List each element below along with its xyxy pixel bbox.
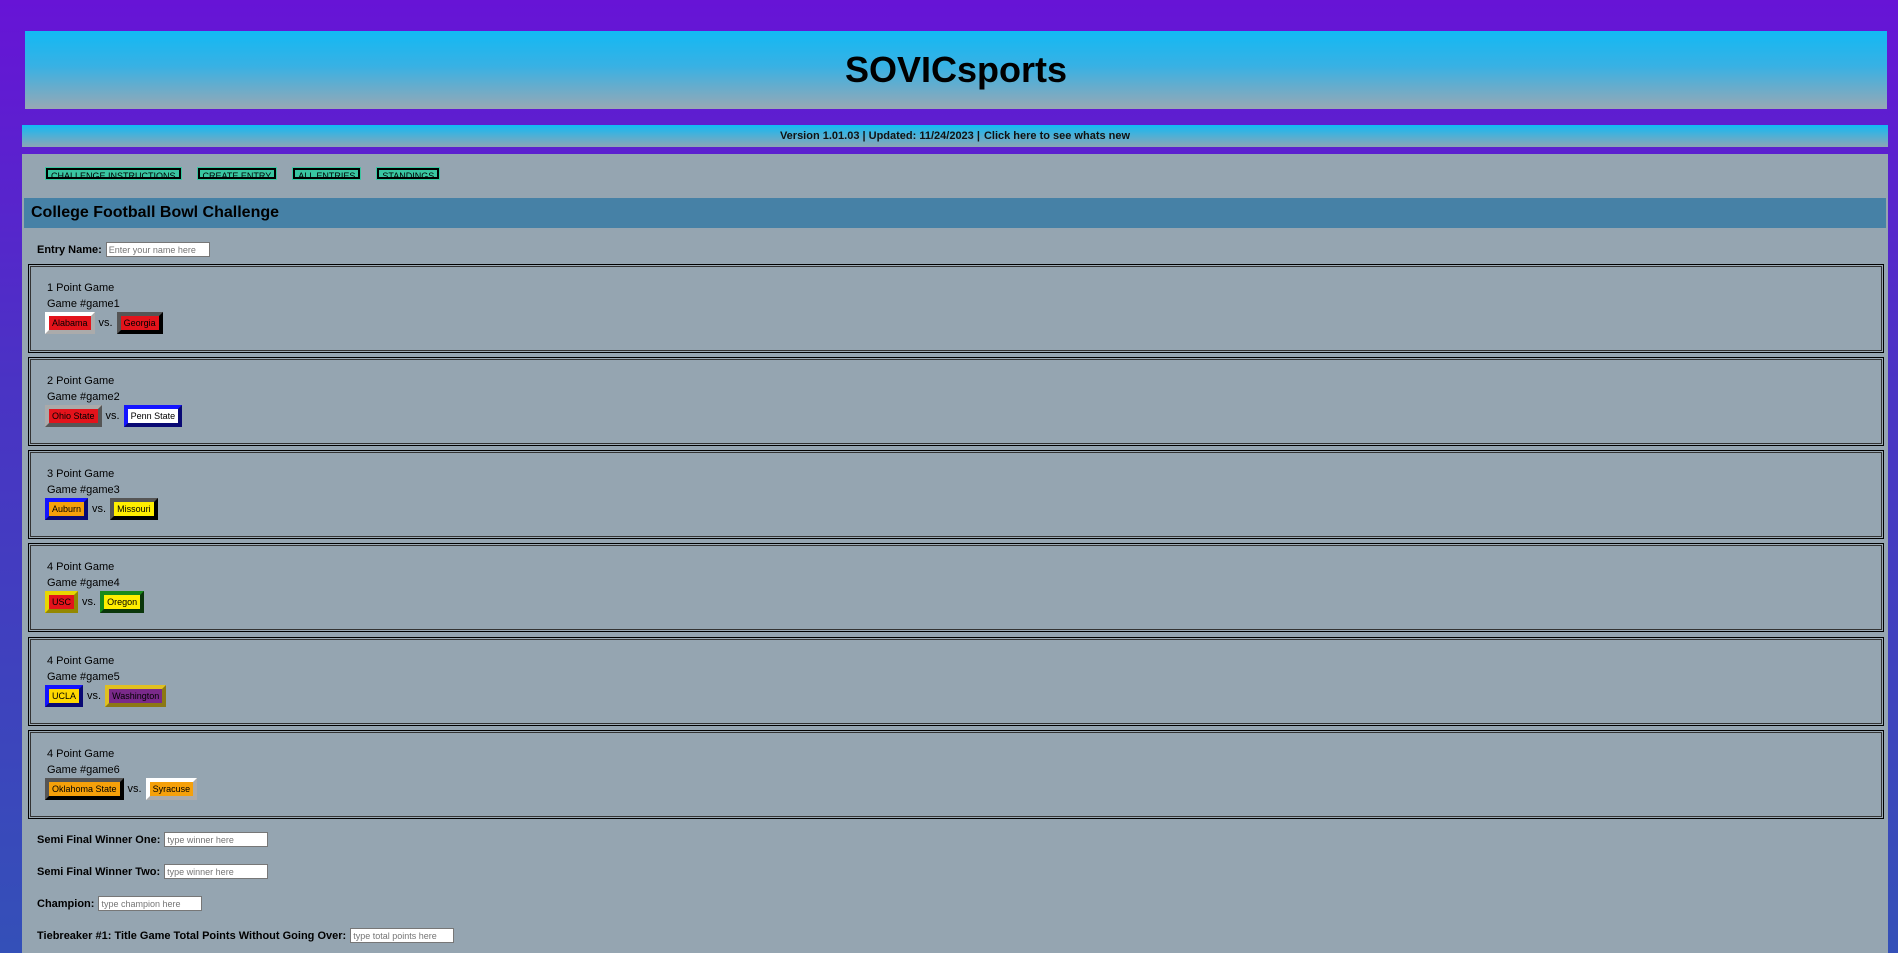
challenge-instructions-button[interactable]: CHALLENGE INSTRUCTIONS (45, 167, 182, 181)
whats-new-link[interactable]: Click here to see whats new (984, 130, 1130, 142)
champion-row: Champion: (37, 896, 203, 911)
matchup: UCLA vs. Washington (45, 685, 167, 707)
game-number: Game #game5 (47, 671, 120, 683)
team-button[interactable]: Auburn (45, 498, 89, 520)
game-points: 2 Point Game (47, 375, 115, 387)
vs-label: vs. (98, 317, 113, 329)
vs-label: vs. (92, 503, 107, 515)
team-button[interactable]: Oklahoma State (45, 778, 124, 800)
semi-final-one-row: Semi Final Winner One: (37, 832, 269, 847)
game-points: 1 Point Game (47, 282, 115, 294)
game-points: 3 Point Game (47, 468, 115, 480)
semi-final-one-label: Semi Final Winner One: (37, 833, 161, 846)
matchup: Alabama vs. Georgia (45, 312, 163, 334)
tiebreaker-row: Tiebreaker #1: Title Game Total Points W… (37, 928, 455, 943)
game-box: 1 Point Game Game #game1 Alabama vs. Georgia (28, 264, 1884, 353)
version-text: Version 1.01.03 | Updated: 11/24/2023 | (779, 130, 980, 142)
game-points: 4 Point Game (47, 655, 115, 667)
game-box: 4 Point Game Game #game5 UCLA vs. Washington (28, 637, 1884, 726)
semi-final-two-row: Semi Final Winner Two: (37, 864, 269, 879)
team-button[interactable]: Penn State (123, 405, 183, 427)
matchup: USC vs. Oregon (45, 591, 145, 613)
matchup: Ohio State vs. Penn State (45, 405, 183, 427)
site-title: SOVICsports (844, 49, 1068, 90)
vs-label: vs. (105, 410, 120, 422)
tiebreaker-input[interactable] (350, 928, 455, 943)
team-button[interactable]: Washington (105, 685, 167, 707)
team-button[interactable]: Ohio State (45, 405, 102, 427)
team-button[interactable]: Alabama (45, 312, 95, 334)
nav-bar: CHALLENGE INSTRUCTIONS CREATE ENTRY ALL … (45, 167, 456, 181)
game-points: 4 Point Game (47, 748, 115, 760)
standings-button[interactable]: STANDINGS (376, 167, 441, 181)
team-button[interactable]: Oregon (100, 591, 145, 613)
page-title: College Football Bowl Challenge (24, 198, 1886, 228)
game-number: Game #game1 (47, 298, 120, 310)
entry-name-row: Entry Name: (37, 242, 210, 257)
champion-input[interactable] (98, 896, 203, 911)
matchup: Oklahoma State vs. Syracuse (45, 778, 198, 800)
game-number: Game #game2 (47, 391, 120, 403)
vs-label: vs. (87, 690, 102, 702)
champion-label: Champion: (37, 897, 95, 910)
semi-final-two-label: Semi Final Winner Two: (37, 865, 161, 878)
vs-label: vs. (127, 783, 142, 795)
entry-name-label: Entry Name: (37, 243, 102, 256)
vs-label: vs. (82, 596, 97, 608)
game-box: 2 Point Game Game #game2 Ohio State vs. Penn… (28, 357, 1884, 446)
team-button[interactable]: UCLA (45, 685, 84, 707)
game-box: 3 Point Game Game #game3 Auburn vs. Missouri (28, 450, 1884, 539)
game-number: Game #game6 (47, 764, 120, 776)
header-banner: SOVICsports (25, 31, 1887, 109)
main-panel: CHALLENGE INSTRUCTIONS CREATE ENTRY ALL … (22, 154, 1888, 953)
game-box: 4 Point Game Game #game6 Oklahoma State vs.… (28, 730, 1884, 819)
semi-final-one-input[interactable] (164, 832, 269, 847)
game-box: 4 Point Game Game #game4 USC vs. Oregon (28, 543, 1884, 632)
team-button[interactable]: Syracuse (145, 778, 198, 800)
game-number: Game #game3 (47, 484, 120, 496)
team-button[interactable]: Missouri (110, 498, 158, 520)
game-points: 4 Point Game (47, 561, 115, 573)
semi-final-two-input[interactable] (164, 864, 269, 879)
matchup: Auburn vs. Missouri (45, 498, 158, 520)
create-entry-button[interactable]: CREATE ENTRY (196, 167, 278, 181)
tiebreaker-label: Tiebreaker #1: Title Game Total Points W… (37, 929, 347, 942)
all-entries-button[interactable]: ALL ENTRIES (292, 167, 362, 181)
team-button[interactable]: USC (45, 591, 79, 613)
version-bar: Version 1.01.03 | Updated: 11/24/2023 | … (22, 125, 1888, 147)
entry-name-input[interactable] (105, 242, 210, 257)
game-number: Game #game4 (47, 577, 120, 589)
team-button[interactable]: Georgia (116, 312, 163, 334)
